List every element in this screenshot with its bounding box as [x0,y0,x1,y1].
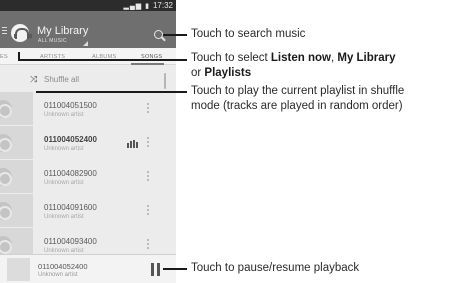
menu-icon[interactable] [2,27,7,34]
dropdown-caret-icon[interactable] [83,41,88,46]
callout-line-select [18,59,187,61]
more-icon[interactable] [147,137,149,147]
callout-line-pause [163,268,187,270]
callout-line-search [163,34,187,36]
track-artist: Unknown artist [44,146,84,152]
status-time: 17:32 [152,1,173,10]
album-art [0,126,33,159]
callout-shuffle-line2: mode (tracks are played in random order) [191,100,403,112]
scrollbar[interactable] [164,73,166,89]
more-icon[interactable] [147,171,149,181]
callout-search: Touch to search music [191,28,306,40]
album-art [0,160,33,193]
callout-my-library: My Library [337,52,396,64]
track-row[interactable]: 011004091600 Unknown artist [0,194,176,228]
now-playing-bar[interactable]: 011004052400 Unknown artist [0,254,176,283]
album-art [0,194,33,227]
shuffle-all-row[interactable]: ⤨ Shuffle all [0,65,176,92]
album-art [0,92,33,125]
app-title[interactable]: My Library [37,25,88,37]
track-artist: Unknown artist [44,214,84,220]
tab-genres[interactable]: ES [0,54,8,60]
phone-screenshot: ▂▄▆ ▮ 17:32 My Library ALL MUSIC ES ARTIS… [0,0,176,283]
track-title: 011004052400 [44,135,97,144]
more-icon[interactable] [147,239,149,249]
now-playing-art [7,258,30,281]
track-title: 011004093400 [44,237,97,246]
shuffle-icon[interactable]: ⤨ [30,75,37,84]
callout-select-line2: or Playlists [191,67,252,79]
shuffle-all-label: Shuffle all [44,75,79,84]
callout-select-line1: Touch to select Listen now, My Library [191,52,396,64]
track-row[interactable]: 011004082900 Unknown artist [0,160,176,194]
track-artist: Unknown artist [44,112,84,118]
app-bar: My Library ALL MUSIC [0,11,176,48]
track-artist: Unknown artist [44,180,84,186]
track-title: 011004051500 [44,101,97,110]
now-playing-title: 011004052400 [38,262,88,271]
more-icon[interactable] [147,205,149,215]
status-bar: ▂▄▆ ▮ 17:32 [0,0,176,11]
callout-pause: Touch to pause/resume playback [191,262,360,274]
pause-icon[interactable] [151,263,161,276]
track-title: 011004082900 [44,169,97,178]
app-subtitle: ALL MUSIC [38,38,67,44]
callout-playlists: Playlists [204,67,252,79]
track-row-playing[interactable]: 011004052400 Unknown artist [0,126,176,160]
track-row[interactable]: 011004051500 Unknown artist [0,92,176,126]
track-title: 011004091600 [44,203,97,212]
callout-shuffle-line1: Touch to play the current playlist in sh… [191,85,405,97]
equalizer-icon [127,140,138,148]
callout-line-shuffle [36,91,187,93]
callout-listen-now: Listen now [270,52,331,64]
search-icon[interactable] [153,29,167,43]
more-icon[interactable] [147,103,149,113]
now-playing-artist: Unknown artist [38,272,78,278]
headphones-icon[interactable] [11,24,32,42]
